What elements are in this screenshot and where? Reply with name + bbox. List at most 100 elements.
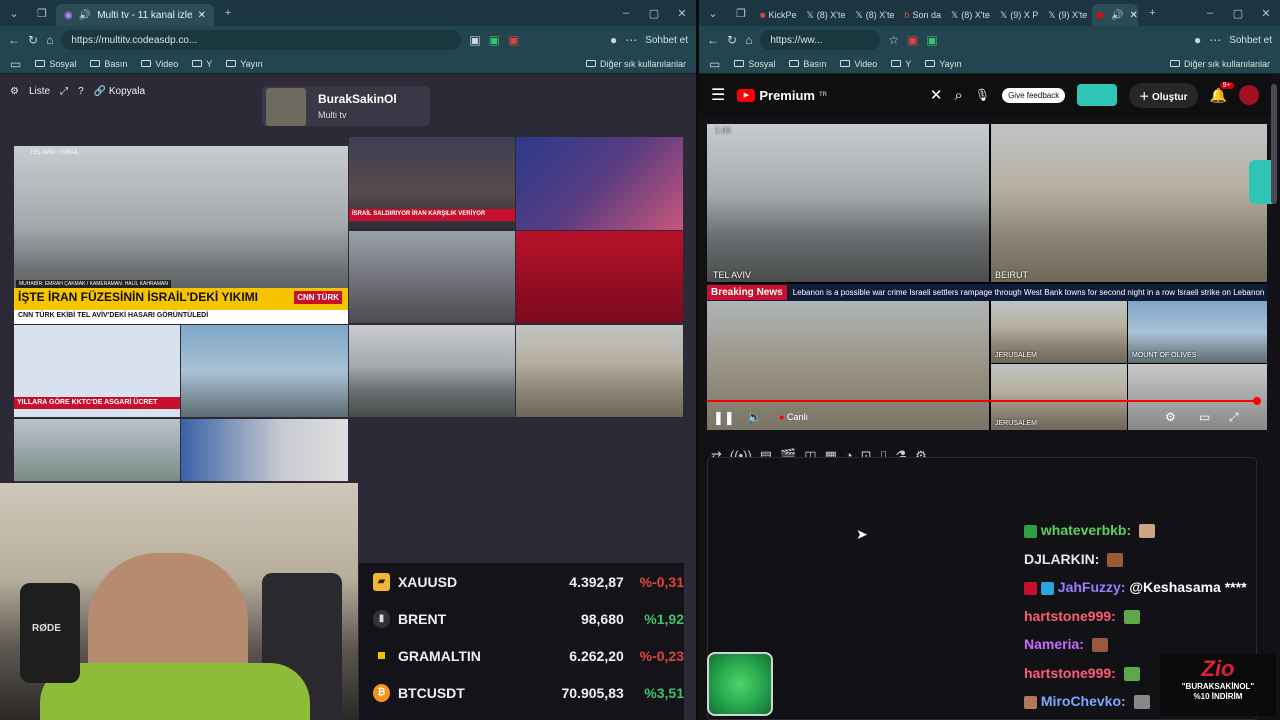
bookmark-folder[interactable]: Yayın <box>226 59 263 69</box>
video-tile-landscape[interactable] <box>14 419 180 481</box>
bookmark-folder[interactable]: Sosyal <box>35 59 76 69</box>
tab-x[interactable]: 𝕏 (8) X'te <box>946 5 995 25</box>
video-tile-studio[interactable] <box>516 137 683 230</box>
bookmark-folder[interactable]: Video <box>141 59 178 69</box>
video-player[interactable]: 1.00 TEL AVIV BEIRUT JERUSALEM MOUNT OF … <box>707 124 1267 430</box>
progress-scrubber[interactable] <box>1253 397 1261 405</box>
extension-icon[interactable]: ▣ <box>907 33 918 47</box>
minimize-button[interactable]: – <box>612 7 640 19</box>
maximize-button[interactable]: ▢ <box>1224 7 1252 20</box>
tab-x[interactable]: 𝕏 (9) X P <box>995 5 1043 25</box>
tab-multitv[interactable]: ◉ 🔊 Multi tv - 11 kanal izleniyor ✕ <box>56 4 214 26</box>
new-tab-button[interactable]: + <box>214 7 242 19</box>
audio-icon[interactable]: 🔊 <box>79 10 91 21</box>
give-feedback-button[interactable]: Give feedback <box>1002 87 1066 103</box>
channel-profile-card[interactable]: BurakSakinOl Multi tv <box>262 86 430 126</box>
tab-youtube[interactable]: ▶ 🔊 ✕ <box>1092 4 1139 26</box>
list-button[interactable]: Liste <box>29 86 50 97</box>
tab-x[interactable]: 𝕏 (8) X'te <box>850 5 899 25</box>
ticker-price: 98,680 <box>580 610 624 627</box>
close-window-button[interactable]: ✕ <box>668 7 696 20</box>
fullscreen-icon[interactable]: ⤢ <box>60 86 68 97</box>
tab-x[interactable]: 𝕏 (8) X'te <box>801 5 850 25</box>
url-field[interactable]: https://ww... <box>760 30 881 50</box>
extension-button[interactable] <box>1077 84 1118 106</box>
video-tile-news[interactable]: İSRAİL SALDIRIYOR İRAN KARŞILIK VERİYOR <box>349 137 515 230</box>
breaking-news-tag: Breaking News <box>707 285 787 300</box>
profile-icon[interactable]: ● <box>610 33 617 47</box>
search-icon[interactable]: ⌕ <box>954 87 962 104</box>
theater-mode-icon[interactable]: ▭ <box>1199 410 1210 424</box>
bookmark-folder[interactable]: Y <box>891 59 911 69</box>
fullscreen-icon[interactable]: ⤢ <box>1229 410 1239 425</box>
home-icon[interactable]: ⌂ <box>745 33 752 47</box>
tab-actions-icon[interactable]: ⌄ <box>0 7 28 20</box>
menu-icon[interactable]: ⋯ <box>1209 33 1221 47</box>
copilot-button[interactable]: Sohbet et <box>1229 35 1272 46</box>
bookmark-folder[interactable]: Yayın <box>925 59 962 69</box>
microphone-icon[interactable]: 🎙 <box>975 88 990 102</box>
tab-x[interactable]: 𝕏 (9) X'te <box>1043 5 1092 25</box>
settings-icon[interactable]: ⚙ <box>10 86 19 97</box>
other-bookmarks[interactable]: Diğer sık kullanılanlar <box>585 59 686 69</box>
workspaces-icon[interactable]: ❐ <box>727 7 755 20</box>
hamburger-menu-icon[interactable]: ☰ <box>711 85 725 105</box>
home-icon[interactable]: ⌂ <box>46 33 53 47</box>
youtube-logo[interactable]: ▶ Premium TR <box>737 88 827 103</box>
side-extension-tab[interactable] <box>1249 160 1273 204</box>
video-tile-chart[interactable]: YILLARA GÖRE KKTC'DE ASGARİ ÜCRET <box>14 325 180 417</box>
bookmark-folder[interactable]: Sosyal <box>734 59 775 69</box>
extension-icon[interactable]: ▣ <box>489 33 500 47</box>
progress-bar[interactable] <box>707 400 1257 402</box>
page-scrollbar[interactable] <box>1271 84 1277 204</box>
tab-actions-icon[interactable]: ⌄ <box>699 7 727 20</box>
copy-button[interactable]: 🔗 Kopyala <box>94 86 145 97</box>
close-window-button[interactable]: ✕ <box>1252 7 1280 20</box>
minimize-button[interactable]: – <box>1196 7 1224 19</box>
maximize-button[interactable]: ▢ <box>640 7 668 20</box>
video-tile-skyline[interactable] <box>349 325 515 417</box>
other-bookmarks[interactable]: Diğer sık kullanılanlar <box>1169 59 1270 69</box>
copilot-button[interactable]: Sohbet et <box>645 35 688 46</box>
tab-kick[interactable]: ■ KickPe <box>755 5 801 25</box>
video-tile-interview[interactable] <box>181 419 348 481</box>
video-tile-debate[interactable] <box>516 231 683 323</box>
help-icon[interactable]: ? <box>78 86 84 97</box>
settings-icon[interactable]: ⚙ <box>1165 410 1176 424</box>
video-tile-reporter[interactable] <box>349 231 515 323</box>
bookmark-folder[interactable]: Video <box>840 59 877 69</box>
favorite-icon[interactable]: ☆ <box>888 33 899 47</box>
bookmark-folder[interactable]: Basın <box>789 59 826 69</box>
reload-icon[interactable]: ↻ <box>28 33 38 47</box>
pause-icon[interactable]: ❚❚ <box>713 410 735 426</box>
video-tile-cityscape[interactable] <box>516 325 683 417</box>
extension-icon[interactable]: ▣ <box>508 33 519 47</box>
extension-icon[interactable]: ▣ <box>469 33 480 47</box>
bookmark-folder[interactable]: Basın <box>90 59 127 69</box>
back-icon[interactable]: ← <box>707 33 719 47</box>
url-field[interactable]: https://multitv.codeasdp.co... <box>61 30 462 50</box>
video-tile-sky[interactable] <box>181 325 348 417</box>
tab-close-icon[interactable]: ✕ <box>1129 10 1137 21</box>
sidebar-toggle-icon[interactable]: ▭ <box>709 57 720 71</box>
sidebar-toggle-icon[interactable]: ▭ <box>10 57 21 71</box>
create-button[interactable]: ＋ Oluştur <box>1129 82 1198 108</box>
audio-icon[interactable]: 🔊 <box>1111 10 1123 21</box>
live-indicator[interactable]: ● Canlı <box>779 412 808 422</box>
volume-icon[interactable]: 🔈 <box>747 410 762 424</box>
extension-icon[interactable]: ▣ <box>926 33 937 47</box>
video-tile-cnn[interactable]: TEL AVİV / İSRAİL MUHABİR: EMRAH ÇAKMAK … <box>14 146 348 324</box>
avatar[interactable] <box>1239 85 1259 105</box>
profile-icon[interactable]: ● <box>1194 33 1201 47</box>
new-tab-button[interactable]: + <box>1138 7 1166 19</box>
notifications-icon[interactable]: 🔔 9+ <box>1210 81 1234 104</box>
back-icon[interactable]: ← <box>8 33 20 47</box>
tab-close-icon[interactable]: ✕ <box>198 10 206 21</box>
close-search-icon[interactable]: ✕ <box>930 86 943 104</box>
microphone: RØDE <box>20 583 80 683</box>
menu-icon[interactable]: ⋯ <box>625 33 637 47</box>
workspaces-icon[interactable]: ❐ <box>28 7 56 20</box>
bookmark-folder[interactable]: Y <box>192 59 212 69</box>
tab-news[interactable]: b Son da <box>899 5 946 25</box>
reload-icon[interactable]: ↻ <box>727 33 737 47</box>
